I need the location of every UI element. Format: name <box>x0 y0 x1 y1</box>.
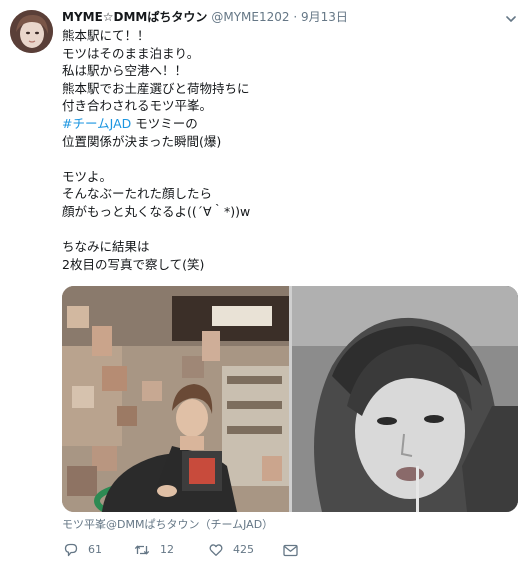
avatar[interactable] <box>10 10 53 53</box>
tweet-text-line: 私は駅から空港へ！！ <box>62 63 188 79</box>
tweet-text-blank <box>62 150 502 168</box>
tweet-text-line: 熊本駅にて！！ <box>62 28 150 43</box>
like-button[interactable]: 425 <box>209 541 254 559</box>
media-photo-1[interactable] <box>62 286 289 512</box>
reply-count: 61 <box>88 543 102 556</box>
media-grid <box>62 286 518 512</box>
tweet-date[interactable]: 9月13日 <box>301 10 348 24</box>
tweet-text-line: 2枚目の写真で察して(笑) <box>62 256 205 272</box>
photo-1-image <box>62 286 289 512</box>
tweet-text-line: そんなぶーたれた顔したら <box>62 186 213 202</box>
envelope-icon <box>283 544 298 556</box>
tweet-text-line: #チームJAD モツミーの <box>62 115 502 133</box>
photo-2-image <box>292 286 518 512</box>
retweet-icon <box>134 545 150 555</box>
reply-icon <box>64 543 78 557</box>
tweet-text-line: 顔がもっと丸くなるよ((´∀｀*))w <box>62 203 251 219</box>
author-handle[interactable]: @MYME1202 <box>211 10 289 24</box>
author-name[interactable]: MYME☆DMMぱちタウン <box>62 10 207 24</box>
tweet-text-line: モツはそのまま泊まり。 <box>62 45 200 61</box>
tweet-text: 熊本駅にて！！ モツはそのまま泊まり。 私は駅から空港へ！！ 熊本駅でお土産選び… <box>62 27 502 273</box>
avatar-photo <box>10 10 53 53</box>
retweet-button[interactable]: 12 <box>134 541 174 559</box>
reply-button[interactable]: 61 <box>64 541 102 559</box>
like-count: 425 <box>233 543 254 556</box>
tweet-text-line: 位置関係が決まった瞬間(爆) <box>62 133 222 149</box>
tweet-text-blank <box>62 221 502 239</box>
retweet-count: 12 <box>160 543 174 556</box>
hashtag-link[interactable]: #チームJAD <box>62 116 131 131</box>
media-photo-2[interactable] <box>292 286 518 512</box>
tweet[interactable]: MYME☆DMMぱちタウン @MYME1202 · 9月13日 熊本駅にて！！ モ… <box>0 0 529 567</box>
tweet-text-line: 熊本駅でお土産選びと荷物持ちに <box>62 80 250 96</box>
chevron-down-icon[interactable] <box>504 11 518 25</box>
media-attribution[interactable]: モツ平峯@DMMぱちタウン（チームJAD） <box>62 518 273 532</box>
direct-message-button[interactable] <box>283 541 298 559</box>
tweet-header: MYME☆DMMぱちタウン @MYME1202 · 9月13日 <box>62 9 348 25</box>
header-separator: · <box>293 10 298 24</box>
tweet-text-line: ちなみに結果は <box>62 239 150 255</box>
heart-icon <box>209 544 223 556</box>
tweet-text-line: 付き合わされるモツ平峯。 <box>62 98 213 114</box>
tweet-text-line: モツよ。 <box>62 168 113 184</box>
tweet-text-fragment: モツミーの <box>131 115 198 131</box>
